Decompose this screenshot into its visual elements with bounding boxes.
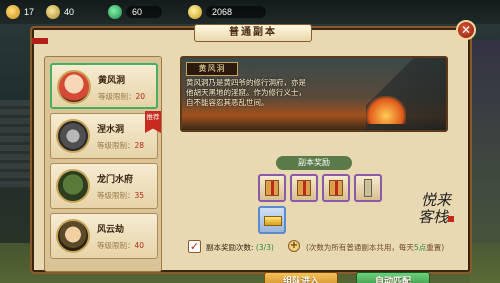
dungeon-panel: 普通副本 ✕ 黄风洞 等级限制：20 涅水洞 等级限制：28 推荐 龙门水府 等…: [30, 20, 476, 283]
dungeon-item-fengyunjie[interactable]: 风云劫 等级限制：40: [50, 213, 158, 259]
add-count-button[interactable]: +: [288, 240, 300, 252]
dungeon-avatar: [56, 169, 90, 203]
gold-value: 40: [64, 7, 75, 17]
recommend-tag: 推荐: [145, 111, 161, 133]
coin-resource[interactable]: 2068: [188, 4, 266, 20]
dungeon-avatar: [57, 70, 91, 104]
close-button[interactable]: ✕: [456, 20, 476, 40]
dungeon-avatar: [56, 219, 90, 253]
dungeon-item-nieshuidong[interactable]: 涅水洞 等级限制：28 推荐: [50, 111, 161, 159]
dungeon-level: 等级限制：40: [97, 241, 145, 250]
jade-value: 60: [126, 6, 162, 18]
dungeon-level: 等级限制：35: [97, 191, 145, 200]
dungeon-scene-image: 黄风洞 黄风洞乃是黄四爷的修行洞府，亦是他胡天黑地的淫窟。作为修行义士，自不能容…: [180, 56, 448, 132]
scene-description: 黄风洞乃是黄四爷的修行洞府，亦是他胡天黑地的淫窟。作为修行义士，自不能容忍其恶乱…: [186, 78, 306, 107]
inn-calligraphy: 悦来 客栈: [408, 192, 464, 226]
scene-fire: [366, 96, 406, 124]
gift-box-icon: [265, 180, 279, 196]
coin-value: 2068: [206, 6, 266, 18]
dungeon-avatar: [56, 119, 90, 153]
resource-bar: 17 40 60 2068: [0, 0, 500, 24]
scroll-icon: [364, 179, 372, 197]
gold-icon: [46, 5, 60, 19]
reward-count-note: (次数为所有普通副本共用，每天5点重置): [306, 243, 445, 252]
gold-ingot-icon: [264, 216, 282, 226]
team-enter-button[interactable]: 组队进入: [264, 272, 338, 283]
coin-icon: [188, 5, 202, 19]
jade-icon: [108, 5, 122, 19]
dungeon-level: 等级限制：20: [98, 92, 146, 101]
dungeon-name: 风云劫: [97, 225, 125, 235]
dungeon-name: 涅水洞: [97, 125, 125, 135]
panel-title: 普通副本: [194, 24, 312, 42]
reward-scroll-item[interactable]: [354, 174, 382, 202]
gift-box-icon: [329, 180, 343, 196]
reward-gift-item[interactable]: [322, 174, 350, 202]
reward-count-checkbox[interactable]: ✓: [188, 240, 201, 253]
gift-box-icon: [297, 180, 311, 196]
dungeon-level: 等级限制：28: [97, 141, 145, 150]
dungeon-name: 黄风洞: [98, 76, 126, 86]
stamina-resource: 17: [6, 4, 34, 20]
gold-resource: 40: [46, 4, 74, 20]
reward-gift-item[interactable]: [290, 174, 318, 202]
ribbon-decoration: [32, 38, 48, 44]
stamina-icon: [6, 5, 20, 19]
reward-count-label: 副本奖励次数: (3/3): [206, 243, 274, 252]
reward-gold-item[interactable]: [258, 206, 286, 234]
jade-resource[interactable]: 60: [108, 4, 162, 20]
scene-title: 黄风洞: [186, 62, 238, 76]
auto-match-button[interactable]: 自动匹配: [356, 272, 430, 283]
dungeon-list[interactable]: 黄风洞 等级限制：20 涅水洞 等级限制：28 推荐 龙门水府 等级限制：35 …: [44, 56, 162, 272]
dungeon-item-huangfengdong[interactable]: 黄风洞 等级限制：20: [50, 63, 158, 109]
reward-section-label: 副本奖励: [276, 156, 352, 170]
reward-count-row: ✓ 副本奖励次数: (3/3) + (次数为所有普通副本共用，每天5点重置): [188, 240, 468, 254]
reward-gift-item[interactable]: [258, 174, 286, 202]
stamina-value: 17: [24, 7, 35, 17]
dungeon-name: 龙门水府: [97, 175, 134, 185]
dungeon-item-longmenshuifu[interactable]: 龙门水府 等级限制：35: [50, 163, 158, 209]
